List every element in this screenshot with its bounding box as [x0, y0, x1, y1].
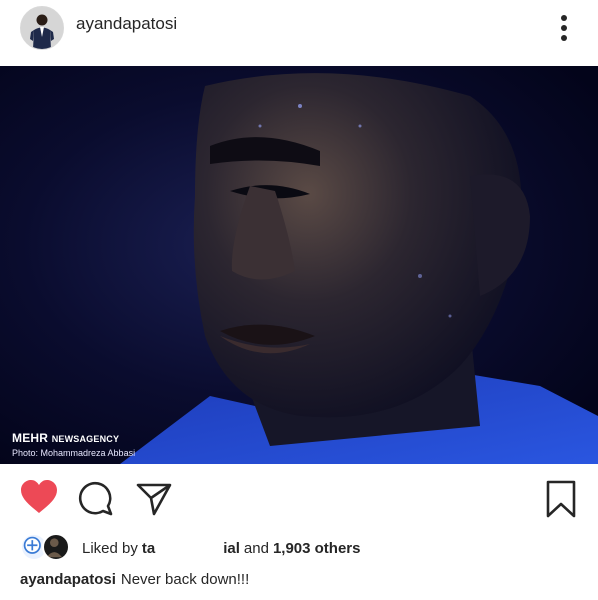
and-label: and [243, 539, 269, 557]
player-portrait-image [0, 66, 598, 464]
more-options-icon[interactable] [554, 12, 574, 44]
watermark-brand: MEHR [12, 431, 49, 445]
liker-avatar[interactable] [42, 533, 70, 561]
likes-row: Liked by ta ial and 1,903 others [20, 533, 580, 563]
watermark-brand-sub: NEWSAGENCY [51, 434, 120, 444]
username-link[interactable]: ayandapatosi [76, 14, 177, 34]
photo-credit: Photo: Mohammadreza Abbasi [12, 448, 136, 458]
bookmark-icon[interactable] [546, 480, 576, 518]
redacted-area [157, 540, 188, 556]
liker-avatars[interactable] [20, 533, 76, 563]
photo-watermark: MEHR NEWSAGENCY Photo: Mohammadreza Abba… [12, 431, 135, 458]
share-icon[interactable] [136, 482, 172, 516]
others-count-link[interactable]: 1,903 others [273, 540, 361, 557]
caption-username[interactable]: ayandapatosi [20, 571, 116, 588]
post-caption: ayandapatosi Never back down!!! [20, 571, 249, 588]
profile-avatar[interactable] [20, 6, 64, 50]
action-bar [0, 476, 598, 526]
redacted-area [191, 540, 222, 556]
liked-by-label: Liked by [82, 539, 138, 557]
post-header: ayandapatosi [0, 0, 598, 66]
liker-username-partial[interactable]: ta [142, 540, 155, 557]
liker-username-partial-2[interactable]: ial [223, 540, 240, 557]
caption-text: Never back down!!! [120, 571, 250, 588]
post-photo[interactable]: MEHR NEWSAGENCY Photo: Mohammadreza Abba… [0, 66, 598, 464]
heart-icon[interactable] [20, 480, 58, 514]
comment-icon[interactable] [78, 480, 114, 516]
